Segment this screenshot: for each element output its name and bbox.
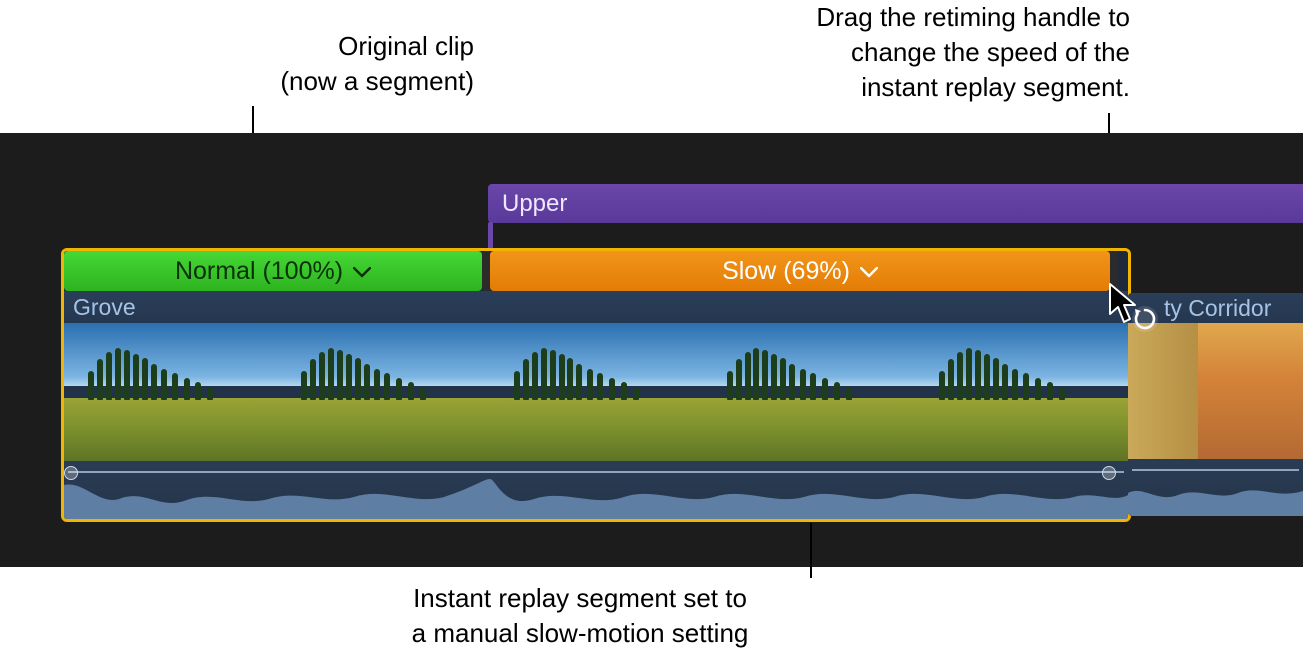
retime-segment-slow-label: Slow (69%) xyxy=(722,257,850,286)
clip-name-label: Grove xyxy=(73,294,136,320)
thumbnail xyxy=(64,323,277,461)
audio-waveform-area[interactable] xyxy=(1128,459,1303,516)
thumbnail xyxy=(915,323,1128,461)
thumbnail xyxy=(490,323,703,461)
retime-segment-slow[interactable]: Slow (69%) xyxy=(490,251,1110,291)
retime-segment-normal[interactable]: Normal (100%) xyxy=(64,251,482,291)
retiming-handle[interactable] xyxy=(1110,251,1118,291)
connected-clip-upper[interactable]: Upper xyxy=(488,184,1303,223)
retime-editor-row: Normal (100%) Slow (69%) xyxy=(64,251,1128,291)
annotation-instant-replay: Instant replay segment set toa manual sl… xyxy=(300,581,860,651)
thumbnail-filmstrip xyxy=(64,323,1128,461)
chevron-down-icon[interactable] xyxy=(860,267,878,278)
chevron-down-icon[interactable] xyxy=(353,267,371,278)
page-root: Drag the retiming handle tochange the sp… xyxy=(0,0,1303,665)
audio-waveform-area[interactable] xyxy=(64,461,1128,519)
volume-line[interactable] xyxy=(1132,469,1299,471)
retiming-handle[interactable] xyxy=(482,251,490,291)
thumbnail xyxy=(277,323,490,461)
clip-grove[interactable]: Normal (100%) Slow (69%) Grove xyxy=(61,248,1131,522)
connected-clip-label: Upper xyxy=(502,190,567,217)
thumbnail xyxy=(1128,323,1303,459)
volume-line[interactable] xyxy=(68,471,1124,473)
waveform-icon xyxy=(64,475,1128,519)
annotation-retiming-handle: Drag the retiming handle tochange the sp… xyxy=(740,0,1130,105)
clip-title-row: Grove xyxy=(64,291,1128,323)
thumbnail xyxy=(702,323,915,461)
retime-segment-normal-label: Normal (100%) xyxy=(175,257,343,286)
leader-instant-replay xyxy=(810,523,812,578)
annotation-original-clip: Original clip(now a segment) xyxy=(174,29,474,99)
clip-name-label: ty Corridor xyxy=(1164,295,1271,321)
instant-replay-icon xyxy=(1131,305,1159,333)
